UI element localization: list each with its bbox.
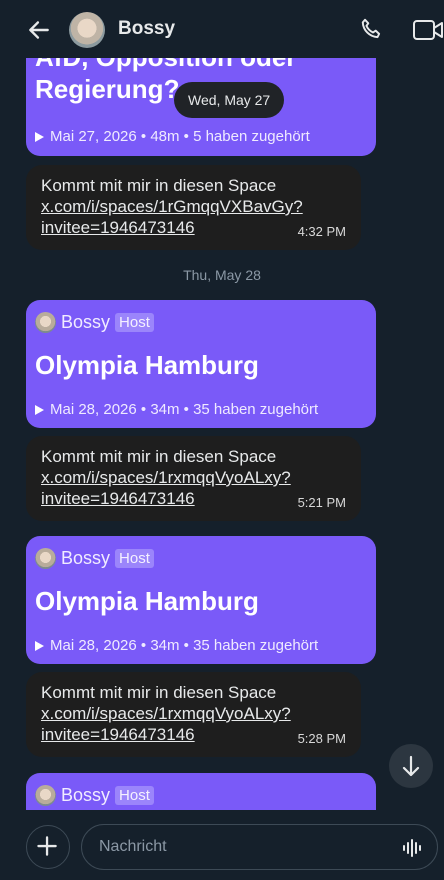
host-avatar [35, 312, 56, 333]
space-host-row: Bossy Host [35, 312, 154, 333]
video-camera-icon[interactable] [412, 18, 444, 42]
space-link[interactable]: invitee=1946473146 [41, 724, 291, 745]
host-avatar [35, 785, 56, 806]
conversation-title[interactable]: Bossy [118, 18, 175, 40]
space-link[interactable]: x.com/i/spaces/1rxmqqVyoALxy? [41, 703, 291, 724]
voice-message-icon[interactable] [402, 838, 424, 858]
message-bubble[interactable]: Kommt mit mir in diesen Space x.com/i/sp… [26, 436, 361, 521]
space-meta-text: Mai 28, 2026 • 34m • 35 haben zugehört [50, 401, 319, 418]
space-meta: Mai 27, 2026 • 48m • 5 haben zugehört [35, 128, 310, 145]
message-line: Kommt mit mir in diesen Space [41, 683, 277, 702]
message-text: Kommt mit mir in diesen Space x.com/i/sp… [41, 175, 303, 238]
space-title: Olympia Hamburg [35, 586, 259, 616]
space-link[interactable]: invitee=1946473146 [41, 217, 303, 238]
play-icon [35, 404, 44, 415]
message-time: 5:28 PM [297, 731, 346, 746]
avatar[interactable] [69, 12, 105, 48]
message-input-placeholder: Nachricht [99, 838, 167, 855]
message-bubble[interactable]: Kommt mit mir in diesen Space x.com/i/sp… [26, 672, 361, 757]
space-meta: Mai 28, 2026 • 34m • 35 haben zugehört [35, 401, 318, 418]
chat-header: Bossy [0, 0, 444, 58]
message-text: Kommt mit mir in diesen Space x.com/i/sp… [41, 682, 291, 745]
floating-date-pill: Wed, May 27 [174, 82, 285, 118]
space-link[interactable]: invitee=1946473146 [41, 488, 291, 509]
arrow-left-icon[interactable] [26, 17, 52, 43]
message-time: 5:21 PM [297, 495, 346, 510]
host-avatar [35, 548, 56, 569]
play-icon [35, 131, 44, 142]
space-host-row: Bossy Host [35, 785, 154, 806]
date-separator: Thu, May 28 [183, 267, 261, 283]
plus-icon [37, 836, 57, 856]
message-bubble[interactable]: Kommt mit mir in diesen Space x.com/i/sp… [26, 165, 361, 250]
play-icon [35, 640, 44, 651]
space-host-row: Bossy Host [35, 548, 154, 569]
scroll-to-bottom-button[interactable] [389, 744, 433, 788]
message-input[interactable]: Nachricht [81, 824, 438, 870]
space-link[interactable]: x.com/i/spaces/1rxmqqVyoALxy? [41, 467, 291, 488]
host-name: Bossy [61, 548, 111, 568]
arrow-down-icon [402, 755, 420, 777]
message-line: Kommt mit mir in diesen Space [41, 447, 277, 466]
space-link[interactable]: x.com/i/spaces/1rGmqqVXBavGy? [41, 196, 303, 217]
host-badge: Host [115, 786, 154, 805]
host-badge: Host [115, 313, 154, 332]
add-attachment-button[interactable] [26, 825, 70, 869]
space-card[interactable]: Bossy Host Olympia Hamburg Mai 28, 2026 … [26, 300, 376, 428]
host-name: Bossy [61, 312, 111, 332]
message-composer: Nachricht [0, 810, 444, 880]
message-list[interactable]: AfD, Opposition oder Regierung? Mai 27, … [0, 58, 444, 810]
message-time: 4:32 PM [297, 224, 346, 239]
space-card[interactable]: Bossy Host [26, 773, 376, 810]
message-text: Kommt mit mir in diesen Space x.com/i/sp… [41, 446, 291, 509]
space-meta: Mai 28, 2026 • 34m • 35 haben zugehört [35, 637, 318, 654]
space-title: AfD, Opposition oder [35, 58, 296, 73]
space-meta-text: Mai 27, 2026 • 48m • 5 haben zugehört [50, 128, 310, 145]
phone-icon[interactable] [358, 16, 384, 42]
message-line: Kommt mit mir in diesen Space [41, 176, 277, 195]
space-meta-text: Mai 28, 2026 • 34m • 35 haben zugehört [50, 637, 319, 654]
space-card[interactable]: Bossy Host Olympia Hamburg Mai 28, 2026 … [26, 536, 376, 664]
host-badge: Host [115, 549, 154, 568]
space-title: Regierung? [35, 74, 180, 104]
host-name: Bossy [61, 785, 111, 805]
space-title: Olympia Hamburg [35, 350, 259, 380]
